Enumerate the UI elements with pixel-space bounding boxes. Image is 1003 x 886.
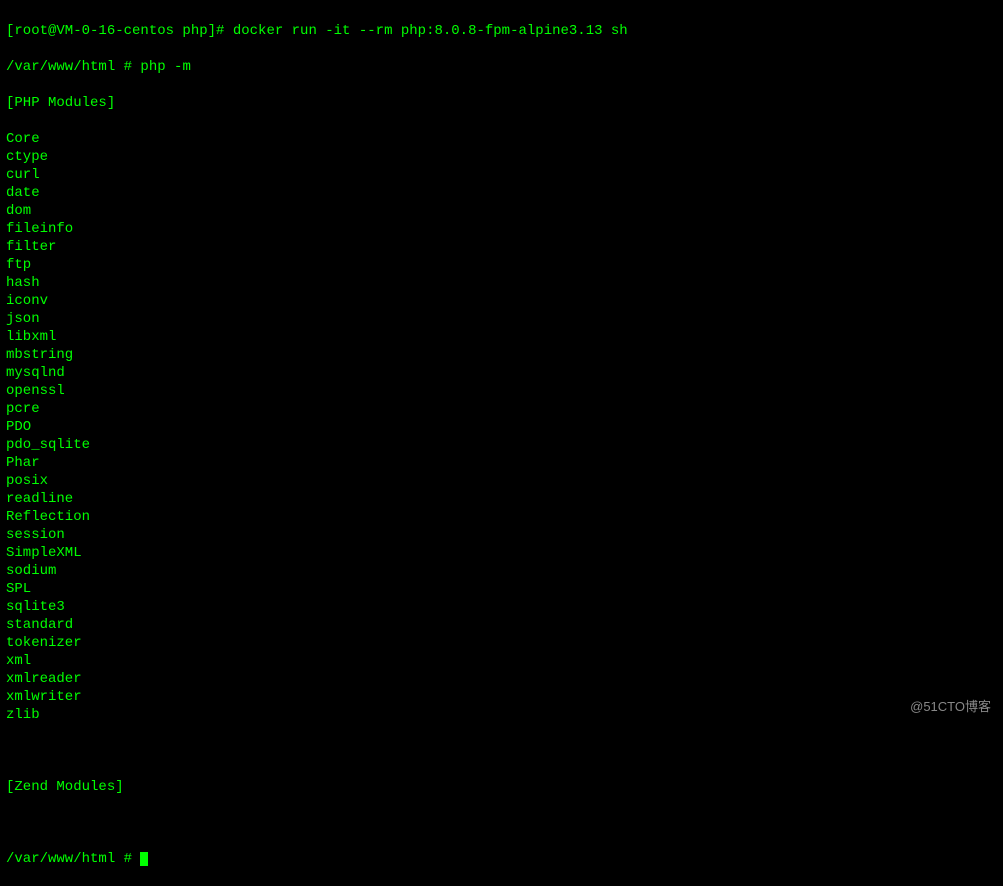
module-list: Corectypecurldatedomfileinfofilterftphas… [6, 130, 997, 724]
module-item: curl [6, 166, 997, 184]
module-item: PDO [6, 418, 997, 436]
module-item: ftp [6, 256, 997, 274]
zend-modules-header: [Zend Modules] [6, 778, 997, 796]
docker-command: docker run -it --rm php:8.0.8-fpm-alpine… [224, 23, 627, 39]
module-item: posix [6, 472, 997, 490]
module-item: SPL [6, 580, 997, 598]
module-item: session [6, 526, 997, 544]
module-item: xmlwriter [6, 688, 997, 706]
module-item: filter [6, 238, 997, 256]
module-item: Phar [6, 454, 997, 472]
module-item: mbstring [6, 346, 997, 364]
blank-line-2 [6, 814, 997, 832]
module-item: tokenizer [6, 634, 997, 652]
cursor-icon [140, 852, 148, 866]
module-item: ctype [6, 148, 997, 166]
module-item: xmlreader [6, 670, 997, 688]
module-item: standard [6, 616, 997, 634]
module-item: readline [6, 490, 997, 508]
watermark: @51CTO博客 [910, 698, 991, 716]
module-item: fileinfo [6, 220, 997, 238]
prompt-line-1: [root@VM-0-16-centos php]# docker run -i… [6, 22, 997, 40]
module-item: pcre [6, 400, 997, 418]
final-prompt: /var/www/html # [6, 851, 140, 867]
module-item: zlib [6, 706, 997, 724]
module-item: dom [6, 202, 997, 220]
terminal-output[interactable]: [root@VM-0-16-centos php]# docker run -i… [6, 4, 997, 886]
prompt-line-2: /var/www/html # php -m [6, 58, 997, 76]
module-item: xml [6, 652, 997, 670]
module-item: hash [6, 274, 997, 292]
module-item: date [6, 184, 997, 202]
shell-prompt-host: [root@VM-0-16-centos php]# [6, 23, 224, 39]
module-item: json [6, 310, 997, 328]
module-item: iconv [6, 292, 997, 310]
module-item: mysqlnd [6, 364, 997, 382]
module-item: openssl [6, 382, 997, 400]
module-item: SimpleXML [6, 544, 997, 562]
module-item: libxml [6, 328, 997, 346]
module-item: sodium [6, 562, 997, 580]
module-item: pdo_sqlite [6, 436, 997, 454]
container-prompt: /var/www/html # [6, 59, 132, 75]
module-item: Core [6, 130, 997, 148]
php-command: php -m [132, 59, 191, 75]
module-item: Reflection [6, 508, 997, 526]
php-modules-header: [PHP Modules] [6, 94, 997, 112]
module-item: sqlite3 [6, 598, 997, 616]
blank-line-1 [6, 742, 997, 760]
final-prompt-line[interactable]: /var/www/html # [6, 850, 997, 868]
